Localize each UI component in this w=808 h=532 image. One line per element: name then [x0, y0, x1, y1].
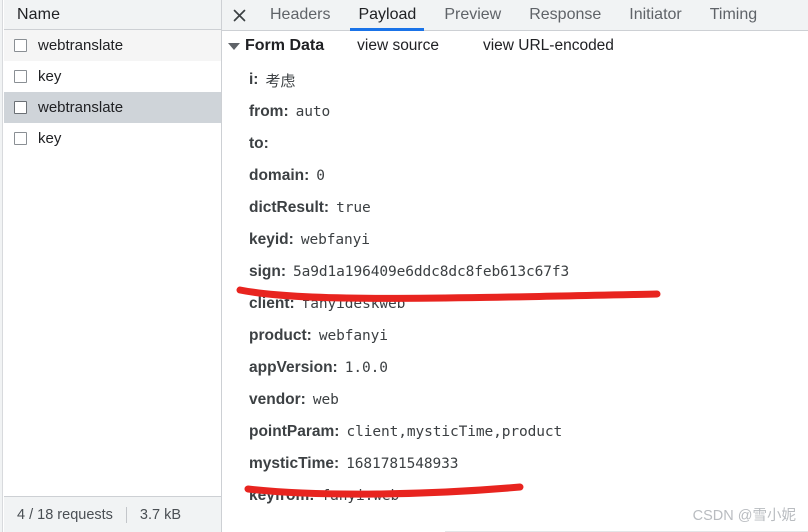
form-data-value: webfanyi [318, 328, 388, 344]
form-data-key: product: [249, 327, 312, 344]
form-data-value: 1681781548933 [346, 456, 459, 472]
form-data-key: to: [249, 135, 269, 152]
checkbox-icon[interactable] [14, 101, 27, 114]
devtools-network-panel: Name webtranslate key webtranslate key 4… [0, 0, 808, 532]
sidebar-left-edge [0, 0, 3, 532]
view-source-link[interactable]: view source [357, 37, 439, 55]
form-data-key: mysticTime: [249, 455, 340, 472]
list-item[interactable]: key [4, 61, 221, 92]
list-item[interactable]: key [4, 123, 221, 154]
list-item-label: webtranslate [38, 99, 124, 116]
form-data-key: appVersion: [249, 359, 338, 376]
form-data-value: fanyideskweb [301, 296, 406, 312]
form-data-value: 0 [316, 168, 325, 184]
detail-tabbar: Headers Payload Preview Response Initiat… [222, 0, 808, 31]
form-data-row-pointparam[interactable]: pointParam: client,mysticTime,product [222, 416, 808, 448]
list-item-label: key [38, 68, 62, 85]
list-item[interactable]: webtranslate [4, 30, 221, 61]
form-data-value: 1.0.0 [344, 360, 388, 376]
form-data-row-keyid[interactable]: keyid: webfanyi [222, 224, 808, 256]
form-data-row-mystictime[interactable]: mysticTime: 1681781548933 [222, 448, 808, 480]
form-data-value: 5a9d1a196409e6ddc8dc8feb613c67f3 [293, 264, 570, 280]
form-data-value: webfanyi [300, 232, 370, 248]
tab-label: Preview [444, 6, 502, 23]
checkbox-icon[interactable] [14, 70, 27, 83]
tab-label: Response [529, 6, 602, 23]
form-data-value: web [312, 392, 339, 408]
tab-response[interactable]: Response [515, 0, 615, 30]
tab-initiator[interactable]: Initiator [615, 0, 695, 30]
list-item-label: key [38, 130, 62, 147]
list-item[interactable]: webtranslate [4, 92, 221, 123]
form-data-row-appversion[interactable]: appVersion: 1.0.0 [222, 352, 808, 384]
tab-label: Headers [270, 6, 331, 23]
watermark: CSDN @雪小妮 [692, 508, 796, 524]
form-data-section-header[interactable]: Form Data view source view URL-encoded [222, 31, 808, 61]
form-data-key: keyid: [249, 231, 294, 248]
tab-payload[interactable]: Payload [344, 0, 430, 31]
view-url-encoded-link[interactable]: view URL-encoded [483, 37, 614, 55]
status-requests-count: 4 / 18 requests [17, 506, 113, 523]
list-item-label: webtranslate [38, 37, 124, 54]
form-data-rows: i: 考虑 from: auto to: domain: 0 dictResul… [222, 61, 808, 512]
form-data-row-vendor[interactable]: vendor: web [222, 384, 808, 416]
form-data-key: domain: [249, 167, 310, 184]
chevron-down-icon[interactable] [228, 42, 240, 50]
form-data-value: auto [295, 104, 331, 120]
form-data-row-sign[interactable]: sign: 5a9d1a196409e6ddc8dc8feb613c67f3 [222, 256, 808, 288]
checkbox-icon[interactable] [14, 39, 27, 52]
form-data-key: keyfrom: [249, 487, 315, 504]
form-data-value: client,mysticTime,product [346, 424, 563, 440]
form-data-key: dictResult: [249, 199, 330, 216]
form-data-key: sign: [249, 263, 287, 280]
column-header-label: Name [17, 5, 61, 23]
form-data-key: from: [249, 103, 289, 120]
request-detail-pane: Headers Payload Preview Response Initiat… [222, 0, 808, 532]
form-data-key: i: [249, 71, 259, 88]
request-list-pane: Name webtranslate key webtranslate key 4… [0, 0, 222, 532]
request-list[interactable]: webtranslate key webtranslate key [4, 30, 221, 496]
form-data-row-to[interactable]: to: [222, 128, 808, 160]
form-data-row-from[interactable]: from: auto [222, 96, 808, 128]
tab-label: Payload [358, 6, 417, 23]
form-data-value: 考虑 [265, 71, 296, 90]
form-data-key: client: [249, 295, 295, 312]
payload-panel: Form Data view source view URL-encoded i… [222, 31, 808, 532]
section-title: Form Data [245, 37, 325, 54]
form-data-value: true [336, 200, 371, 216]
tab-preview[interactable]: Preview [430, 0, 515, 30]
form-data-row-product[interactable]: product: webfanyi [222, 320, 808, 352]
status-bar: 4 / 18 requests 3.7 kB [4, 496, 221, 532]
form-data-key: vendor: [249, 391, 306, 408]
form-data-value: fanyi.web [321, 488, 400, 504]
tab-headers[interactable]: Headers [256, 0, 344, 30]
form-data-row-dictresult[interactable]: dictResult: true [222, 192, 808, 224]
checkbox-icon[interactable] [14, 132, 27, 145]
form-data-key: pointParam: [249, 423, 340, 440]
status-transfer-size: 3.7 kB [139, 506, 182, 523]
form-data-row-client[interactable]: client: fanyideskweb [222, 288, 808, 320]
form-data-row-domain[interactable]: domain: 0 [222, 160, 808, 192]
column-header-name[interactable]: Name [4, 0, 221, 30]
tab-timing[interactable]: Timing [696, 0, 771, 30]
close-icon[interactable] [222, 0, 256, 30]
tab-label: Initiator [629, 6, 682, 23]
form-data-row-i[interactable]: i: 考虑 [222, 64, 808, 96]
tab-label: Timing [709, 6, 758, 23]
